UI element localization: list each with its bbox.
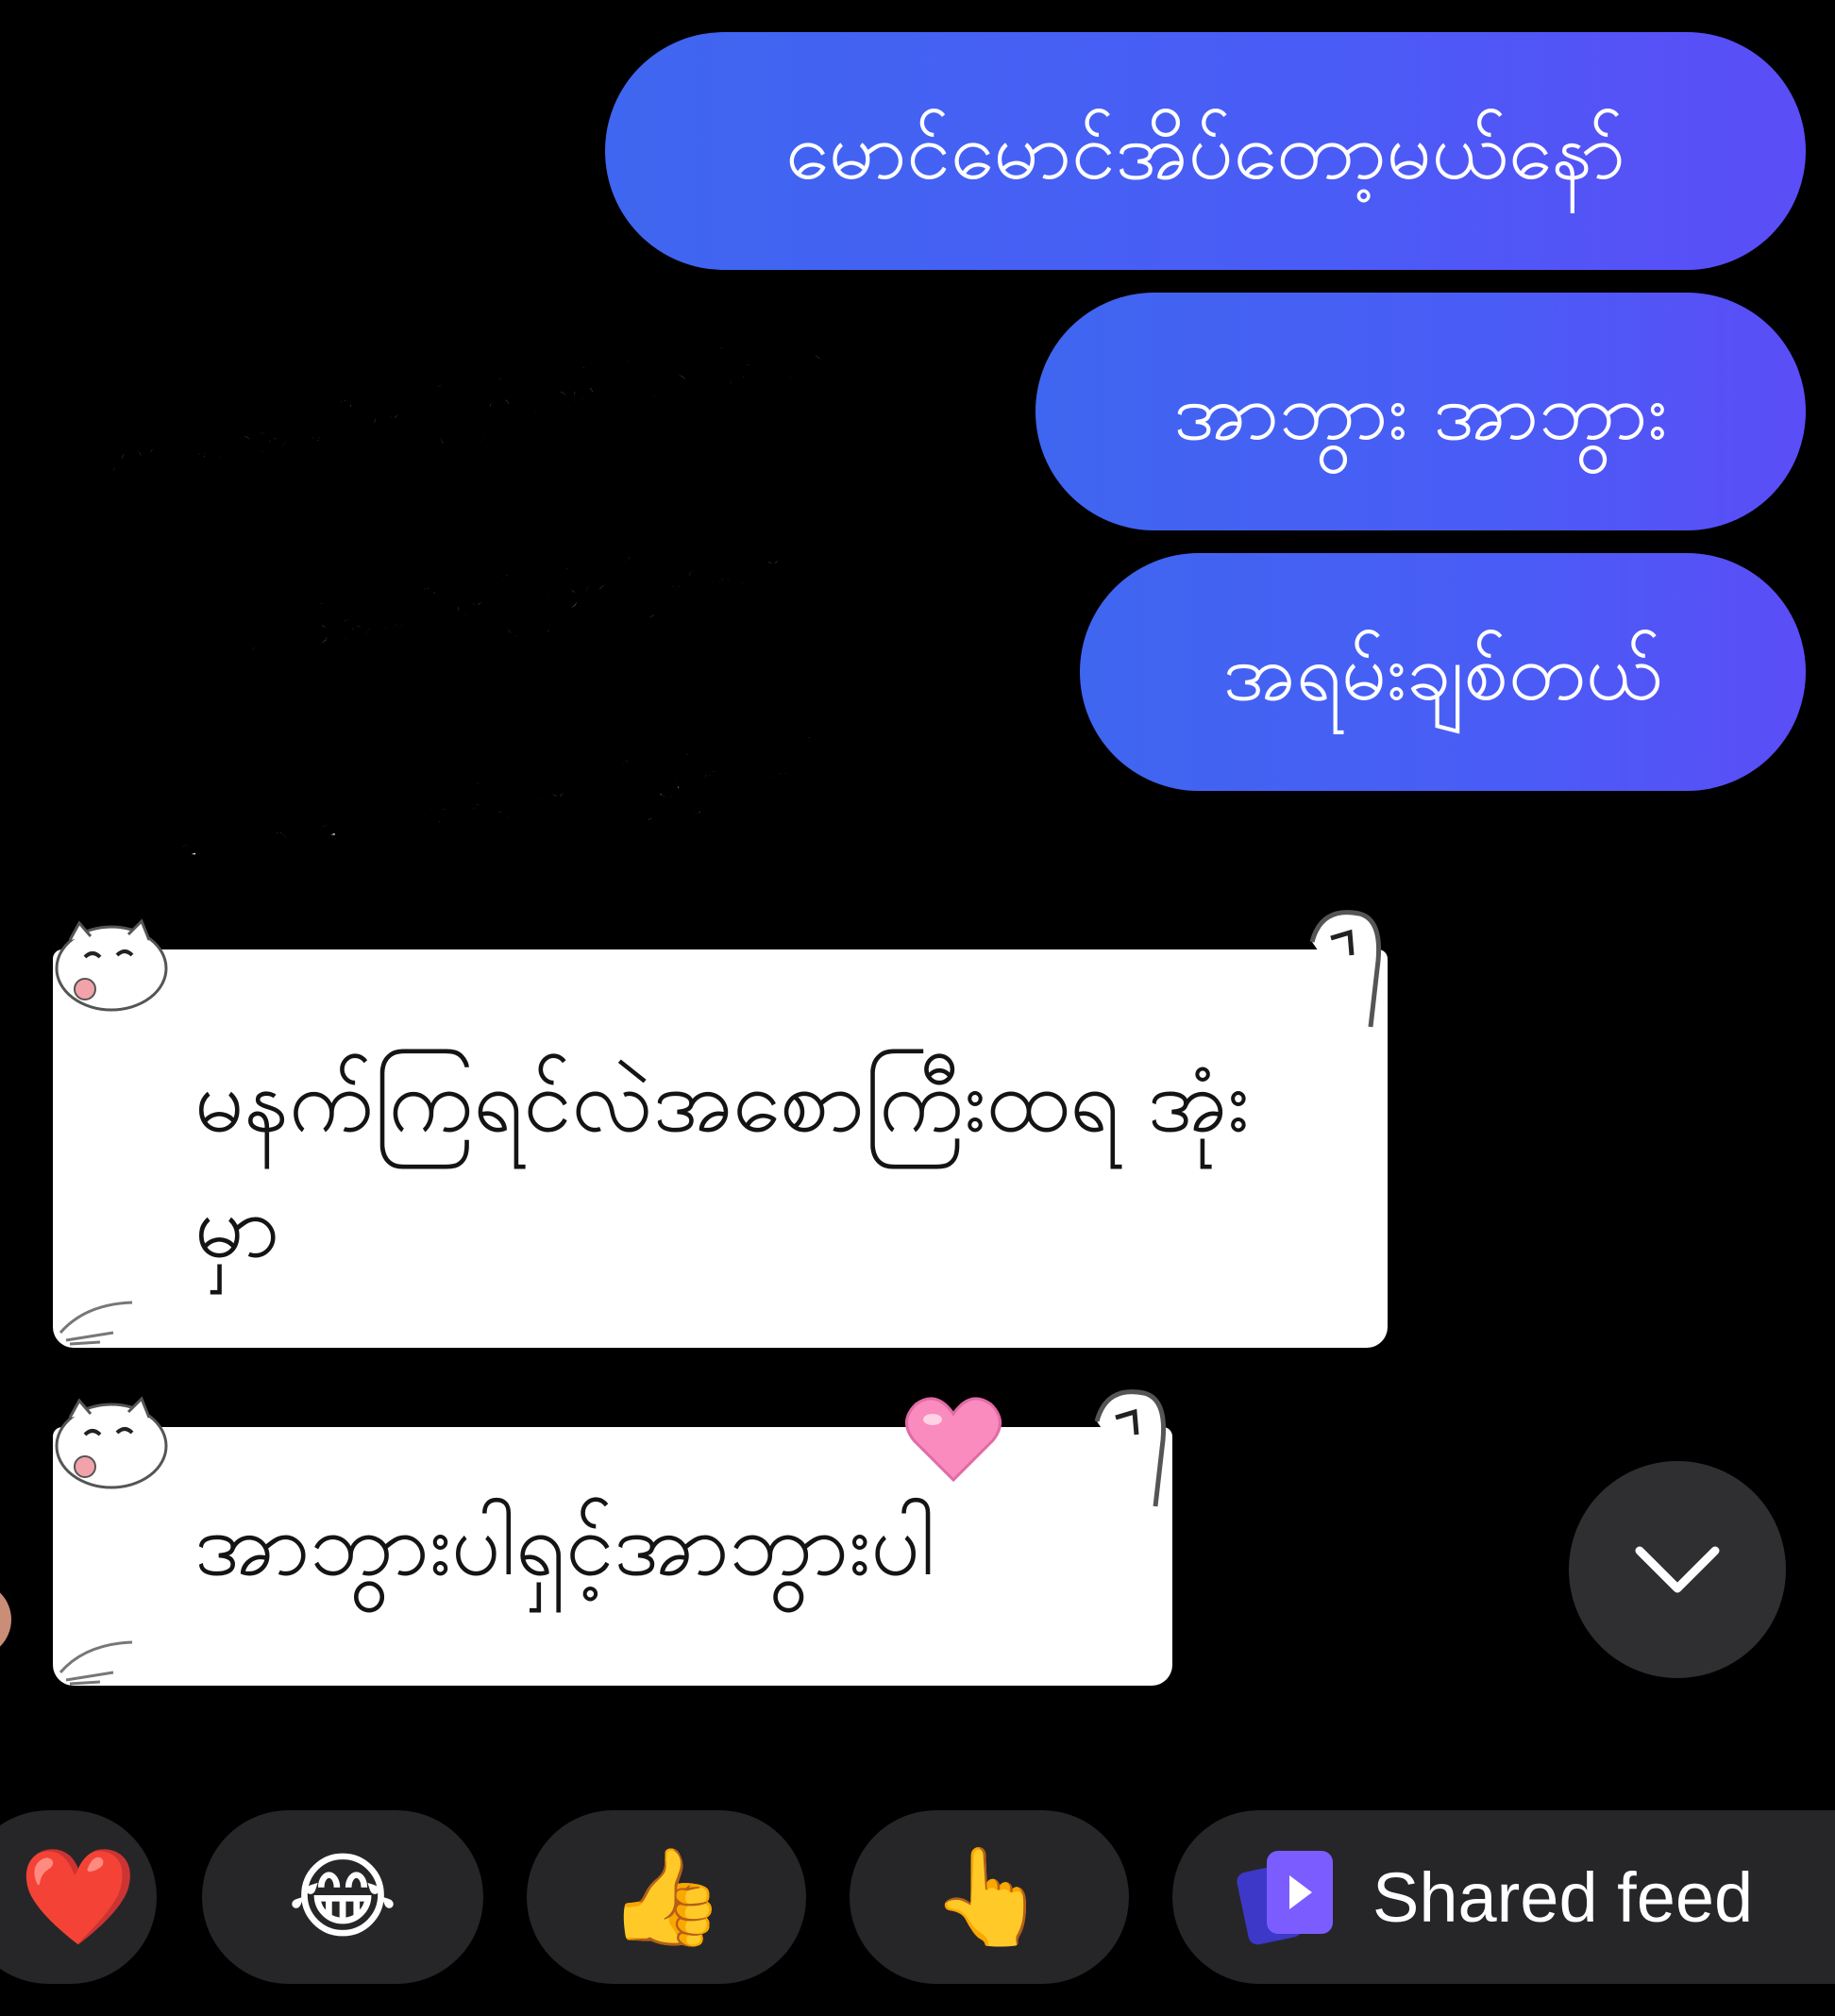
overlay-caption: ဒီလူဘဝဒီလူ့ကိုချစ်ရတာပီးပြည့်စုံပီးပေါ့ bbox=[173, 731, 830, 878]
reaction-thumbs-up-button[interactable]: 👍 bbox=[527, 1810, 806, 1984]
paw-doodle-icon bbox=[59, 1640, 133, 1686]
red-heart-icon: ❤️ bbox=[19, 1841, 138, 1952]
reaction-point-up-button[interactable]: 👆 bbox=[850, 1810, 1129, 1984]
shared-feed-label: Shared feed bbox=[1372, 1857, 1754, 1937]
tears-of-joy-icon: 😂 bbox=[287, 1841, 398, 1952]
thumbs-up-icon: 👍 bbox=[607, 1841, 726, 1952]
scroll-curl-icon bbox=[1309, 910, 1382, 1028]
overlay-caption: သူကငါ့အပေါ်မှာကြင်နာပြနေတော့ bbox=[209, 533, 801, 670]
sent-message-bubble[interactable]: အရမ်းချစ်တယ် bbox=[1080, 553, 1806, 791]
scroll-to-bottom-button[interactable] bbox=[1569, 1461, 1786, 1678]
cat-sticker-icon bbox=[55, 1396, 168, 1489]
sent-message-text: မောင်မောင်အိပ်တော့မယ်နော် bbox=[785, 105, 1625, 197]
received-message-bubble[interactable]: အာဘွားပါရှင့်အာဘွားပါ bbox=[53, 1427, 1172, 1686]
sent-message-bubble[interactable]: အာဘွား အာဘွား bbox=[1035, 293, 1806, 530]
overlay-caption: သူများတွေအပေါ်မှာ ကြမ်းတမ်းပါတယ်ဆိုတဲ့ bbox=[69, 330, 830, 491]
shared-feed-button[interactable]: Shared feed bbox=[1172, 1810, 1835, 1984]
received-message-text: မနက်ကြရင်လဲအစောကြီးထရ အုံးမှာ bbox=[194, 1050, 1250, 1278]
avatar[interactable] bbox=[0, 1582, 11, 1657]
sent-message-bubble[interactable]: မောင်မောင်အိပ်တော့မယ်နော် bbox=[605, 32, 1806, 270]
sent-message-text: အာဘွား အာဘွား bbox=[1173, 365, 1668, 458]
shared-feed-icon bbox=[1237, 1851, 1333, 1945]
received-message-text: အာဘွားပါရှင့်အာဘွားပါ bbox=[194, 1494, 935, 1595]
cat-sticker-icon bbox=[55, 918, 168, 1012]
chevron-down-icon bbox=[1635, 1546, 1720, 1593]
received-message-bubble[interactable]: မနက်ကြရင်လဲအစောကြီးထရ အုံးမှာ bbox=[53, 949, 1388, 1348]
scroll-curl-icon bbox=[1094, 1389, 1167, 1507]
reaction-laugh-button[interactable]: 😂 bbox=[202, 1810, 483, 1984]
pointing-hand-icon: 👆 bbox=[930, 1841, 1049, 1952]
pink-heart-icon bbox=[905, 1397, 1002, 1483]
reaction-heart-button[interactable]: ❤️ bbox=[0, 1810, 157, 1984]
paw-doodle-icon bbox=[59, 1301, 133, 1346]
sent-message-text: အရမ်းချစ်တယ် bbox=[1222, 626, 1663, 718]
